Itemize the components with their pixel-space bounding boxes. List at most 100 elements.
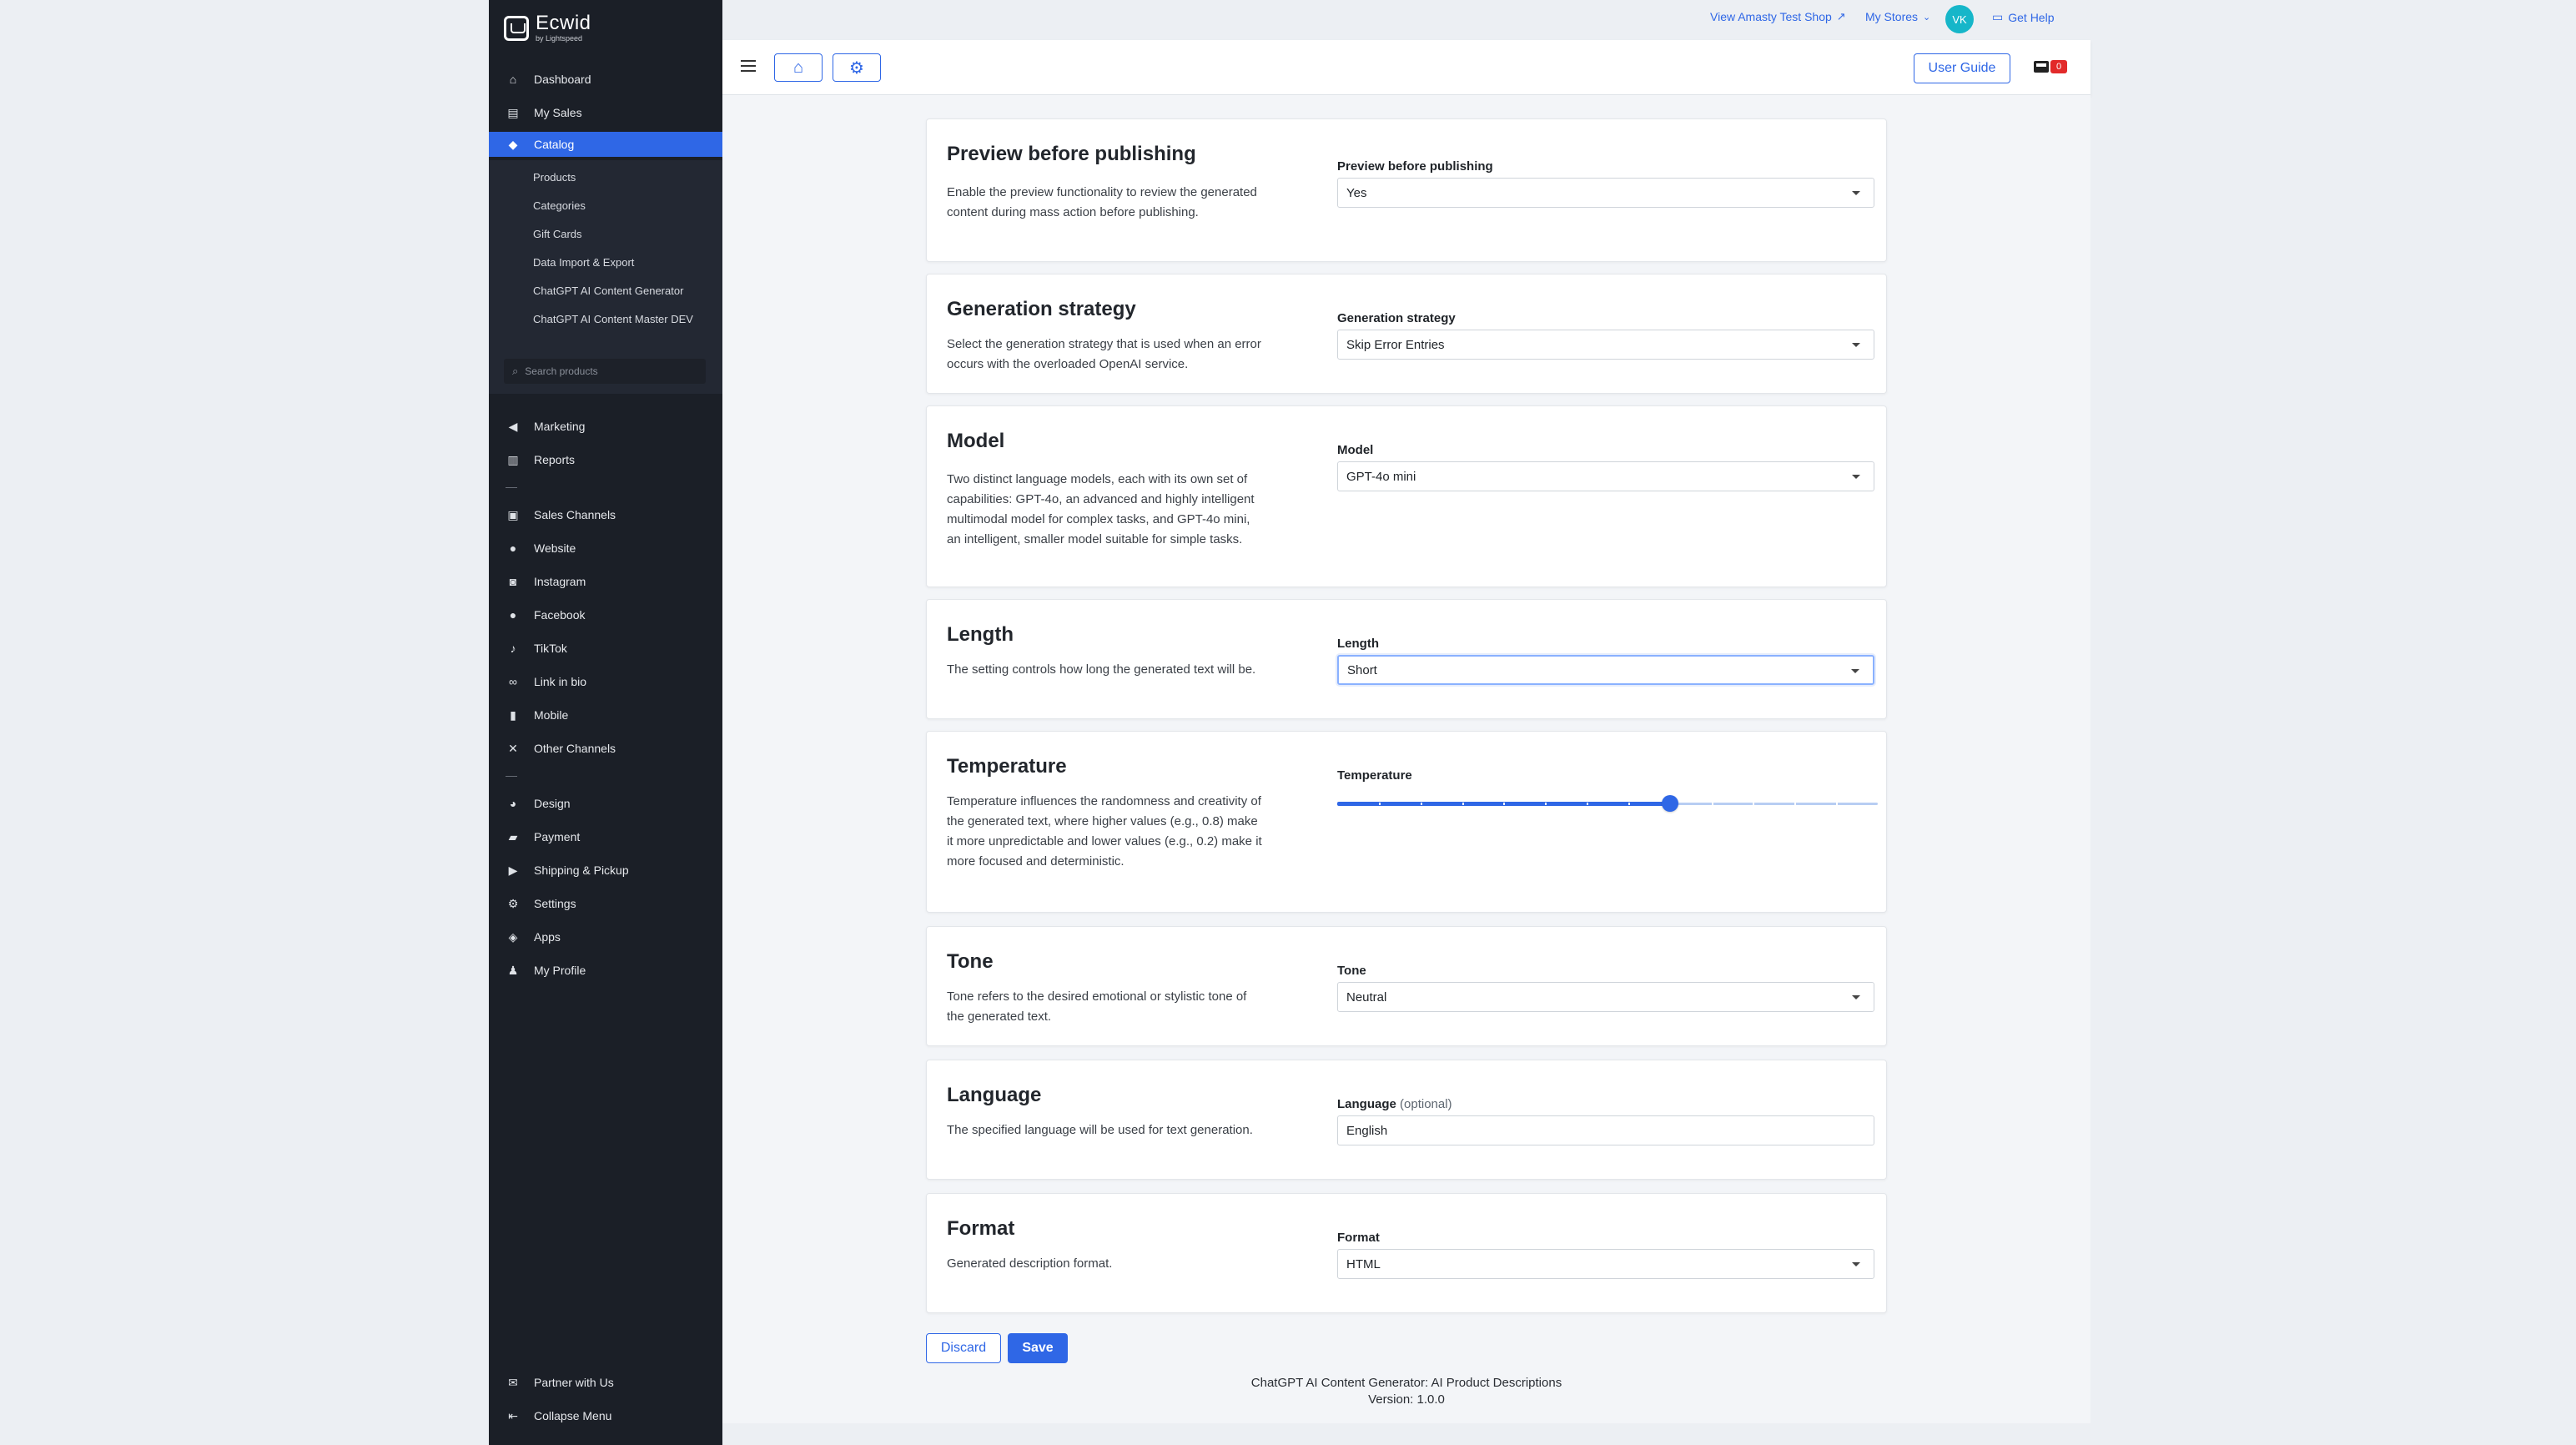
generation-strategy-select[interactable]: Skip Error Entries <box>1337 330 1874 360</box>
external-link-icon: ↗ <box>1836 10 1846 23</box>
slider-tick <box>1753 803 1754 805</box>
sidebar: Ecwid by Lightspeed ⌂ Dashboard ▤ My Sal… <box>489 0 722 1445</box>
sidebar-search-products[interactable]: ⌕ Search products <box>504 359 706 384</box>
sidebar-item-catalog[interactable]: ◆ Catalog <box>489 132 722 157</box>
sidebar-item-website[interactable]: ● Website <box>489 536 722 561</box>
collapse-icon: ⇤ <box>508 1408 518 1422</box>
avatar[interactable]: VK <box>1945 5 1974 33</box>
sidebar-item-instagram[interactable]: ◙ Instagram <box>489 569 722 594</box>
search-icon: ⌕ <box>512 365 519 377</box>
sidebar-divider <box>506 487 517 488</box>
sidebar-item-payment[interactable]: ▰ Payment <box>489 824 722 849</box>
network-icon: ✕ <box>508 741 518 755</box>
format-select[interactable]: HTML <box>1337 1249 1874 1279</box>
field-label: Temperature <box>1337 768 1412 783</box>
settings-button[interactable]: ⚙ <box>833 53 881 82</box>
save-button[interactable]: Save <box>1008 1333 1068 1363</box>
sidebar-item-reports[interactable]: ▥ Reports <box>489 447 722 472</box>
model-select[interactable]: GPT-4o mini <box>1337 461 1874 491</box>
length-select[interactable]: Short <box>1337 655 1874 685</box>
tiktok-icon: ♪ <box>510 642 516 655</box>
home-button[interactable]: ⌂ <box>774 53 823 82</box>
gear-icon: ⚙ <box>507 896 519 910</box>
sidebar-item-link-in-bio[interactable]: ∞ Link in bio <box>489 669 722 694</box>
sidebar-item-apps[interactable]: ◈ Apps <box>489 924 722 949</box>
megaphone-icon: ◀ <box>508 419 518 433</box>
sidebar-item-dashboard[interactable]: ⌂ Dashboard <box>489 67 722 92</box>
sidebar-item-sales-channels[interactable]: ▣ Sales Channels <box>489 502 722 527</box>
sidebar-sub-products[interactable]: Products <box>533 169 708 186</box>
sidebar-item-label: Collapse Menu <box>534 1409 612 1422</box>
preview-select[interactable]: Yes <box>1337 178 1874 208</box>
tone-select[interactable]: Neutral <box>1337 982 1874 1012</box>
slider-thumb[interactable] <box>1662 795 1678 812</box>
card-title: Length <box>947 623 1014 646</box>
my-stores-dropdown[interactable]: My Stores ⌄ <box>1865 10 1930 23</box>
sidebar-item-marketing[interactable]: ◀ Marketing <box>489 414 722 439</box>
outer-background-right <box>2090 0 2576 1445</box>
sidebar-item-label: Mobile <box>534 708 569 722</box>
ecwid-logo[interactable]: Ecwid by Lightspeed <box>504 13 591 43</box>
sidebar-item-collapse-menu[interactable]: ⇤ Collapse Menu <box>489 1403 722 1428</box>
sidebar-sub-chatgpt-generator[interactable]: ChatGPT AI Content Generator <box>533 283 708 300</box>
slider-tick <box>1379 803 1381 805</box>
language-input[interactable]: English <box>1337 1115 1874 1145</box>
sidebar-item-other-channels[interactable]: ✕ Other Channels <box>489 736 722 761</box>
hamburger-menu-icon[interactable] <box>741 60 756 72</box>
sidebar-sub-categories[interactable]: Categories <box>533 198 708 214</box>
caret-down-icon <box>1852 343 1860 347</box>
sidebar-item-partner[interactable]: ✉ Partner with Us <box>489 1370 722 1395</box>
card-preview-before-publishing: Preview before publishing Enable the pre… <box>926 118 1887 262</box>
wallet-icon: ▰ <box>508 829 518 843</box>
caret-down-icon <box>1851 669 1859 673</box>
search-placeholder: Search products <box>525 365 598 377</box>
get-help-link[interactable]: ▭ Get Help <box>1992 10 2054 24</box>
slider-tick <box>1712 803 1713 805</box>
sidebar-item-label: Website <box>534 541 576 555</box>
chat-icon: ▭ <box>1992 10 2004 23</box>
select-value: Yes <box>1346 185 1367 200</box>
card-title: Language <box>947 1084 1042 1106</box>
caret-down-icon <box>1852 191 1860 195</box>
sidebar-item-label: Partner with Us <box>534 1376 614 1389</box>
facebook-icon: ● <box>509 608 517 622</box>
logo-name: Ecwid <box>536 12 591 34</box>
ecwid-logo-icon <box>504 15 529 41</box>
sidebar-item-my-sales[interactable]: ▤ My Sales <box>489 100 722 125</box>
slider-tick <box>1628 803 1630 805</box>
card-description: Two distinct language models, each with … <box>947 472 1255 546</box>
card-title: Model <box>947 430 1005 452</box>
sidebar-item-design[interactable]: ◕ Design <box>489 791 722 816</box>
sidebar-item-tiktok[interactable]: ♪ TikTok <box>489 636 722 661</box>
card-generation-strategy: Generation strategy Select the generatio… <box>926 274 1887 394</box>
user-guide-button[interactable]: User Guide <box>1914 53 2010 83</box>
view-shop-link[interactable]: View Amasty Test Shop ↗ <box>1710 10 1846 23</box>
slider-tick <box>1503 803 1505 805</box>
top-bar: View Amasty Test Shop ↗ My Stores ⌄ VK ▭… <box>722 0 2090 40</box>
temperature-slider[interactable] <box>1337 795 1878 812</box>
slider-tick <box>1545 803 1547 805</box>
sidebar-item-shipping[interactable]: ▶ Shipping & Pickup <box>489 858 722 883</box>
discard-button[interactable]: Discard <box>926 1333 1001 1363</box>
card-description: Temperature influences the randomness an… <box>947 794 1262 869</box>
sidebar-item-label: Instagram <box>534 575 586 588</box>
sidebar-item-mobile[interactable]: ▮ Mobile <box>489 702 722 728</box>
sidebar-sub-data-import[interactable]: Data Import & Export <box>533 254 708 271</box>
sidebar-sub-chatgpt-master-dev[interactable]: ChatGPT AI Content Master DEV <box>533 311 708 328</box>
sidebar-sub-gift-cards[interactable]: Gift Cards <box>533 226 708 243</box>
card-length: Length The setting controls how long the… <box>926 599 1887 719</box>
caret-down-icon <box>1852 995 1860 999</box>
slider-tick <box>1836 803 1838 805</box>
sidebar-item-label: Facebook <box>534 608 586 622</box>
select-value: GPT-4o mini <box>1346 469 1416 484</box>
sales-icon: ▤ <box>507 105 519 119</box>
card-title: Tone <box>947 950 994 973</box>
sidebar-item-my-profile[interactable]: ♟ My Profile <box>489 958 722 983</box>
chevron-down-icon: ⌄ <box>1923 12 1931 23</box>
sidebar-item-settings[interactable]: ⚙ Settings <box>489 891 722 916</box>
input-value: English <box>1346 1123 1388 1138</box>
card-title: Preview before publishing <box>947 143 1196 165</box>
cart-button[interactable]: 0 <box>2034 60 2067 73</box>
field-label: Preview before publishing <box>1337 159 1493 174</box>
sidebar-item-facebook[interactable]: ● Facebook <box>489 602 722 627</box>
